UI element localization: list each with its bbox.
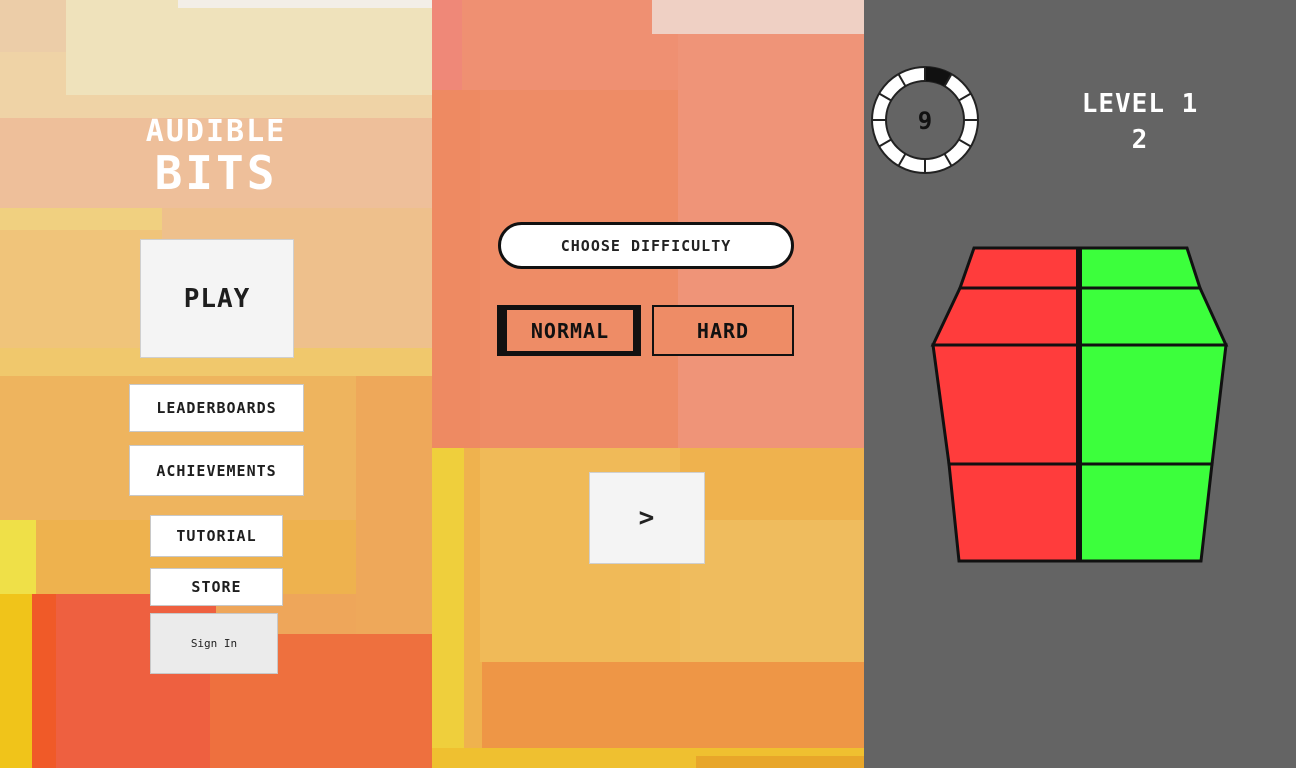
sign-in-label: Sign In	[190, 637, 238, 650]
main-menu-panel: AUDIBLE BITS PLAY LEADERBOARDS ACHIEVEME…	[0, 0, 432, 768]
bg-block	[696, 756, 864, 768]
bg-block	[432, 0, 462, 90]
bg-block	[0, 594, 34, 768]
choose-difficulty-label: CHOOSE DIFFICULTY	[498, 222, 794, 269]
store-button[interactable]: STORE	[150, 568, 283, 606]
level-indicator: LEVEL 1 2	[1050, 86, 1230, 158]
store-label: STORE	[191, 578, 242, 596]
level-label: LEVEL 1	[1081, 89, 1199, 119]
bg-block	[432, 90, 480, 448]
tile-top-right[interactable]	[1077, 246, 1203, 290]
play-button[interactable]: PLAY	[140, 239, 294, 358]
bg-block	[66, 0, 432, 95]
bg-block	[482, 662, 864, 748]
game-panel: 9 LEVEL 1 2	[864, 0, 1296, 768]
tile-middle-left[interactable]	[931, 343, 1081, 466]
normal-difficulty-button[interactable]: NORMAL	[497, 305, 641, 356]
bg-block	[0, 0, 66, 52]
play-button-label: PLAY	[183, 283, 251, 314]
bg-block	[178, 0, 432, 8]
next-arrow-icon: >	[638, 503, 656, 533]
achievements-label: ACHIEVEMENTS	[156, 461, 277, 480]
bg-block	[32, 594, 56, 768]
leaderboards-button[interactable]: LEADERBOARDS	[129, 384, 304, 432]
cube[interactable]	[930, 246, 1229, 563]
bg-block	[356, 376, 432, 634]
tile-middle-right[interactable]	[1077, 343, 1228, 466]
title-line-1: AUDIBLE	[145, 114, 287, 149]
tile-upper-right[interactable]	[1077, 286, 1229, 347]
bg-block	[0, 520, 36, 594]
tile-bottom-left[interactable]	[947, 462, 1081, 563]
tutorial-label: TUTORIAL	[176, 527, 257, 545]
hard-difficulty-button[interactable]: HARD	[652, 305, 794, 356]
tutorial-button[interactable]: TUTORIAL	[150, 515, 283, 557]
hard-label: HARD	[696, 318, 750, 343]
difficulty-panel: CHOOSE DIFFICULTY NORMAL HARD >	[432, 0, 864, 768]
bg-block	[680, 520, 864, 670]
bg-block	[432, 448, 464, 768]
normal-label: NORMAL	[530, 318, 610, 343]
bg-block	[0, 208, 162, 230]
title-line-2: BITS	[154, 146, 278, 200]
bg-block	[652, 0, 864, 34]
timer-value: 9	[918, 107, 932, 135]
tile-bottom-right[interactable]	[1077, 462, 1214, 563]
tile-upper-left[interactable]	[930, 286, 1081, 347]
next-button[interactable]: >	[589, 472, 705, 564]
tile-top-left[interactable]	[957, 246, 1081, 290]
level-sub: 2	[1131, 125, 1149, 155]
leaderboards-label: LEADERBOARDS	[156, 399, 277, 417]
achievements-button[interactable]: ACHIEVEMENTS	[129, 445, 304, 496]
bg-block	[0, 230, 162, 348]
choose-difficulty-text: CHOOSE DIFFICULTY	[560, 236, 732, 255]
sign-in-button[interactable]: Sign In	[150, 613, 278, 674]
